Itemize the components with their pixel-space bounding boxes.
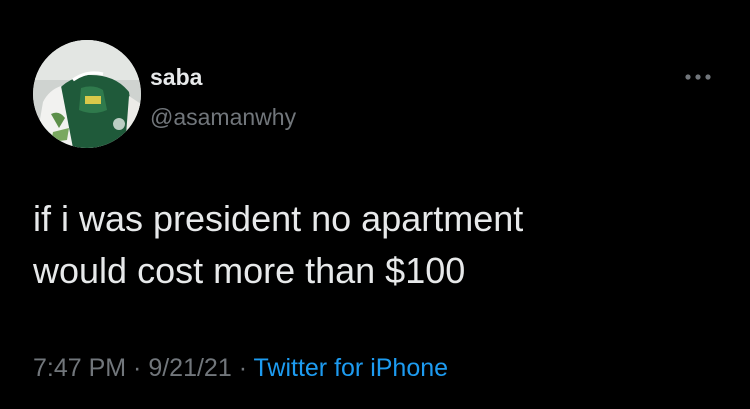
meta-separator: ·: [231, 354, 254, 382]
tweet-time[interactable]: 7:47 PM: [33, 354, 126, 382]
profile-photo: [33, 40, 141, 148]
meta-separator: ·: [126, 354, 149, 382]
ellipsis-icon[interactable]: [682, 70, 716, 84]
tweet-text: if i was president no apartment would co…: [33, 198, 524, 291]
author-handle[interactable]: @asamanwhy: [150, 103, 296, 131]
tweet-meta: 7:47 PM · 9/21/21 · Twitter for iPhone: [33, 352, 448, 384]
tweet-source-link[interactable]: Twitter for iPhone: [254, 354, 449, 382]
avatar[interactable]: [33, 40, 141, 148]
tweet-date[interactable]: 9/21/21: [148, 354, 231, 382]
author-display-name[interactable]: saba: [150, 63, 202, 91]
